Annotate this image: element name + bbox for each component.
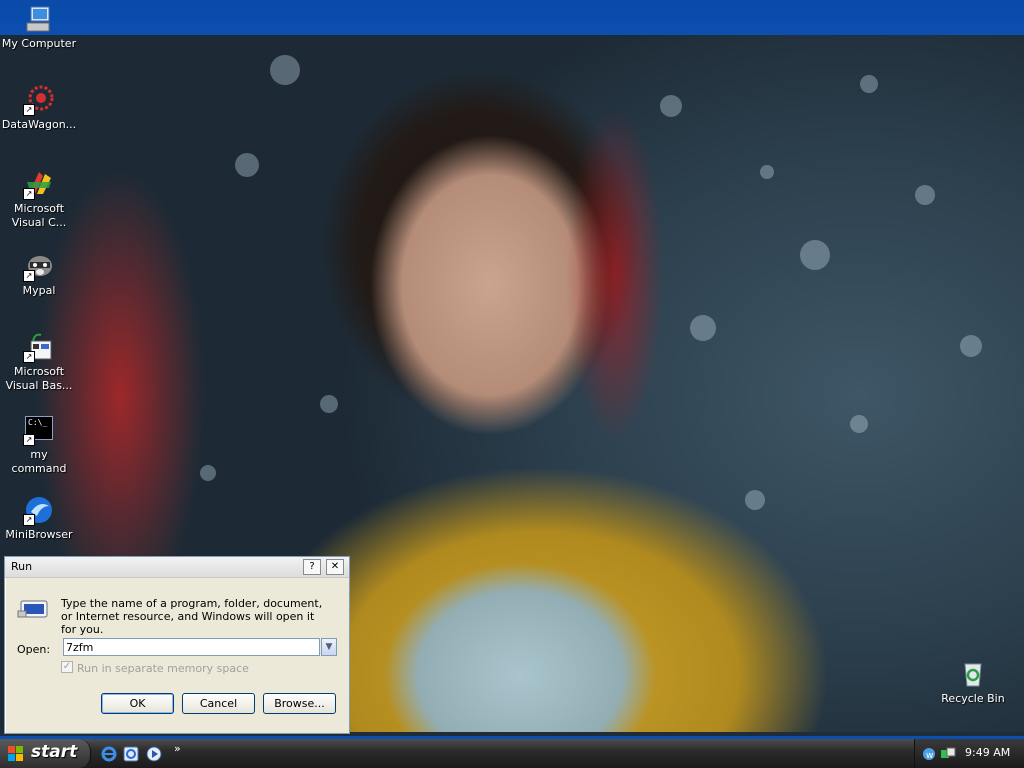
desktop-icon-label: Microsoft: [13, 202, 65, 215]
network-icon[interactable]: w: [921, 746, 937, 762]
desktop-icon-my-command[interactable]: C:\_ ↗ my command: [0, 414, 79, 476]
quicklaunch-more-chevron[interactable]: »: [174, 742, 181, 755]
internet-explorer-icon[interactable]: [101, 746, 117, 762]
run-dialog[interactable]: Run ? ✕ Type the name of a program, fold…: [4, 556, 350, 734]
desktop-icon-visual-basic[interactable]: ↗ Microsoft Visual Bas...: [0, 331, 79, 393]
desktop-icon-label: command: [11, 462, 67, 475]
datawagon-icon: ↗: [23, 84, 55, 116]
run-dialog-description: Type the name of a program, folder, docu…: [61, 597, 323, 636]
run-dialog-title: Run: [11, 560, 33, 573]
system-tray: w 9:49 AM: [914, 739, 1024, 768]
desktop-icon-mypal[interactable]: ↗ Mypal: [0, 250, 79, 298]
svg-text:w: w: [926, 751, 933, 761]
desktop-icon-label: Recycle Bin: [941, 692, 1005, 705]
desktop-icon-datawagon[interactable]: ↗ DataWagon...: [0, 84, 79, 132]
tray-status-icon[interactable]: [940, 746, 956, 762]
recycle-bin-icon: [957, 658, 989, 690]
desktop-icon-label: Mypal: [22, 284, 56, 297]
desktop-icon-label: Microsoft: [13, 365, 65, 378]
desktop-icon-label: My Computer: [1, 37, 77, 50]
desktop-icon-recycle-bin[interactable]: Recycle Bin: [933, 658, 1013, 706]
close-button[interactable]: ✕: [326, 559, 344, 575]
raccoon-icon: ↗: [23, 250, 55, 282]
ie-settings-icon[interactable]: [123, 746, 139, 762]
minibrowser-icon: ↗: [23, 494, 55, 526]
shortcut-arrow-icon: ↗: [23, 270, 35, 282]
desktop-icon-visual-c[interactable]: ↗ Microsoft Visual C...: [0, 168, 79, 230]
media-player-icon[interactable]: [146, 746, 162, 762]
browse-button[interactable]: Browse...: [263, 693, 336, 714]
shortcut-arrow-icon: ↗: [23, 188, 35, 200]
run-icon: [17, 597, 51, 621]
desktop-icon-label: Visual Bas...: [5, 379, 73, 392]
visual-basic-icon: ↗: [23, 331, 55, 363]
open-dropdown-button[interactable]: ▼: [321, 638, 337, 656]
chevron-down-icon: ▼: [325, 642, 333, 652]
shortcut-arrow-icon: ↗: [23, 514, 35, 526]
open-input[interactable]: 7zfm: [63, 638, 320, 656]
desktop-icon-minibrowser[interactable]: ↗ MiniBrowser: [0, 494, 79, 542]
desktop-icon-label: DataWagon...: [1, 118, 77, 131]
shortcut-arrow-icon: ↗: [23, 351, 35, 363]
desktop-icon-label: my: [30, 448, 48, 461]
visual-c-icon: ↗: [23, 168, 55, 200]
separate-memory-checkbox[interactable]: ✓: [61, 661, 73, 673]
desktop-icon-my-computer[interactable]: My Computer: [0, 3, 79, 51]
taskbar: start » w 9:49 AM: [0, 736, 1024, 768]
start-label: start: [31, 742, 78, 762]
command-prompt-icon: C:\_ ↗: [23, 414, 55, 446]
start-button[interactable]: start: [0, 739, 91, 768]
desktop[interactable]: My Computer ↗ DataWagon... ↗ Microsoft V…: [0, 0, 1024, 768]
desktop-icon-label: Visual C...: [11, 216, 67, 229]
shortcut-arrow-icon: ↗: [23, 104, 35, 116]
cancel-button[interactable]: Cancel: [182, 693, 255, 714]
open-label: Open:: [17, 643, 51, 656]
run-dialog-titlebar[interactable]: Run ? ✕: [5, 557, 349, 578]
ok-button[interactable]: OK: [101, 693, 174, 714]
clock[interactable]: 9:49 AM: [965, 746, 1010, 759]
desktop-icon-label: MiniBrowser: [5, 528, 73, 541]
help-button[interactable]: ?: [303, 559, 321, 575]
top-bar: [0, 0, 1024, 35]
separate-memory-label: Run in separate memory space: [77, 662, 249, 675]
shortcut-arrow-icon: ↗: [23, 434, 35, 446]
my-computer-icon: [23, 3, 55, 35]
windows-flag-icon: [8, 746, 24, 762]
